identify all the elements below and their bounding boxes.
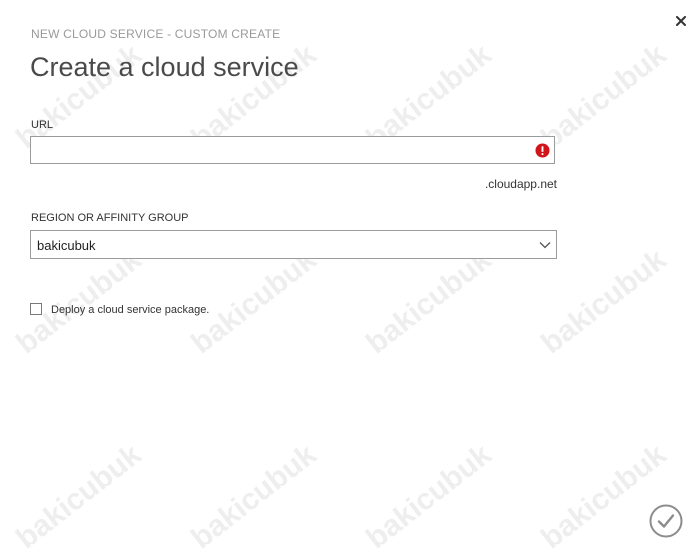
url-input[interactable] bbox=[30, 136, 555, 164]
watermark: bakicubuk bbox=[10, 242, 148, 361]
watermark: bakicubuk bbox=[535, 242, 673, 361]
watermark: bakicubuk bbox=[360, 437, 498, 556]
region-selected-value: bakicubuk bbox=[37, 238, 96, 253]
watermark: bakicubuk bbox=[10, 437, 148, 556]
breadcrumb: NEW CLOUD SERVICE - CUSTOM CREATE bbox=[31, 27, 281, 41]
watermark: bakicubuk bbox=[360, 242, 498, 361]
error-icon bbox=[535, 143, 550, 158]
page-title: Create a cloud service bbox=[30, 52, 299, 82]
close-button[interactable] bbox=[670, 10, 692, 32]
url-label: URL bbox=[31, 119, 54, 131]
region-select[interactable]: bakicubuk bbox=[30, 230, 557, 259]
watermark: bakicubuk bbox=[535, 437, 673, 556]
deploy-package-label: Deploy a cloud service package. bbox=[51, 304, 210, 316]
watermark: bakicubuk bbox=[185, 437, 323, 556]
watermark-layer: bakicubuk bakicubuk bakicubuk bakicubuk … bbox=[0, 0, 700, 560]
watermark: bakicubuk bbox=[185, 242, 323, 361]
url-suffix: .cloudapp.net bbox=[484, 177, 557, 191]
deploy-package-checkbox[interactable] bbox=[30, 303, 42, 315]
complete-button[interactable] bbox=[649, 504, 683, 538]
watermark: bakicubuk bbox=[535, 37, 673, 156]
checkmark-icon bbox=[649, 504, 683, 538]
region-label: REGION OR AFFINITY GROUP bbox=[31, 212, 189, 224]
close-icon bbox=[676, 16, 686, 26]
chevron-down-icon bbox=[539, 242, 551, 249]
